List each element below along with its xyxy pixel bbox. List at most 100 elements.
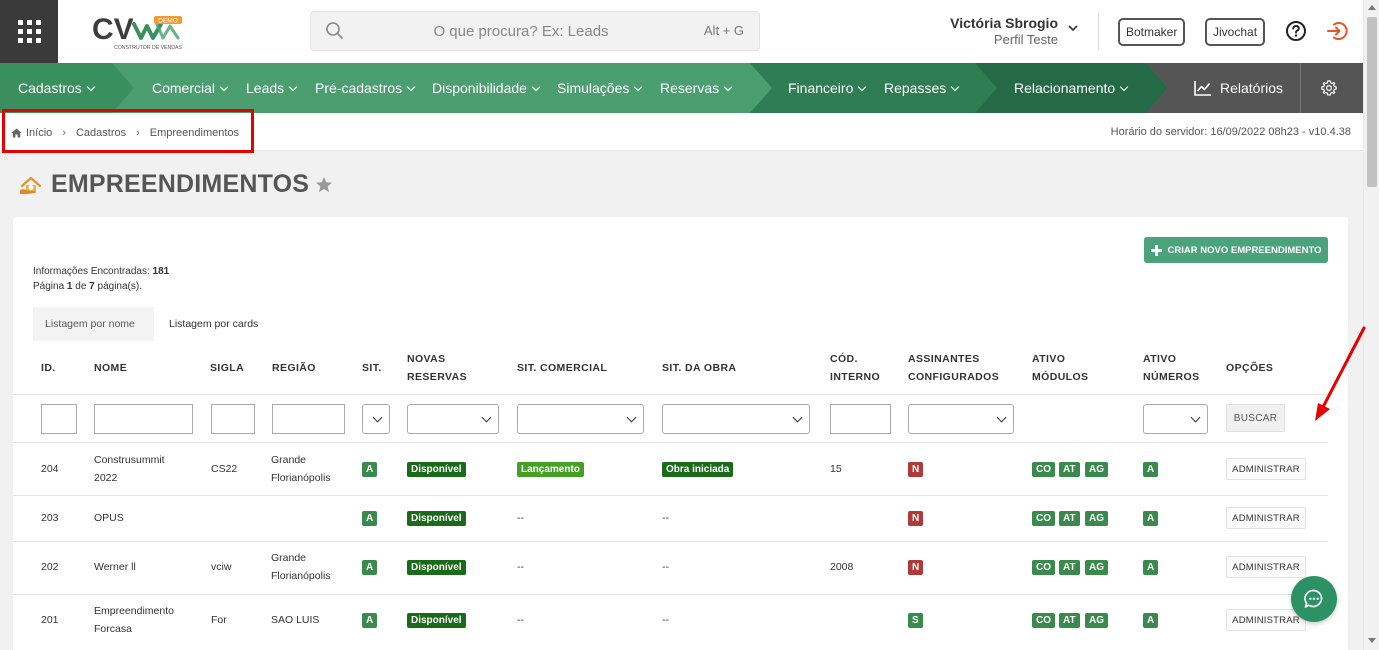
server-time: Horário do servidor: 16/09/2022 08h23 - …: [1110, 126, 1351, 138]
module-badge: AG: [1085, 613, 1108, 628]
header-divider: [1098, 12, 1099, 50]
filter-sit-comercial-select[interactable]: [517, 404, 644, 434]
cell-id: 201: [41, 614, 59, 626]
header-sit-comercial[interactable]: SIT. COMERCIAL: [517, 359, 607, 377]
filter-ativo-numeros-select[interactable]: [1143, 404, 1208, 434]
botmaker-button[interactable]: Botmaker: [1118, 18, 1186, 46]
svg-text:CONSTRUTOR DE VENDAS: CONSTRUTOR DE VENDAS: [114, 45, 182, 51]
administrar-button[interactable]: ADMINISTRAR: [1226, 609, 1306, 631]
search-button[interactable]: BUSCAR: [1226, 404, 1285, 432]
search-input[interactable]: [371, 12, 671, 50]
nav-leads[interactable]: Leads: [246, 63, 298, 113]
cv-logo[interactable]: CV DEMO CONSTRUTOR DE VENDAS: [92, 12, 188, 52]
nav-simulacoes[interactable]: Simulações: [557, 63, 643, 113]
chevron-down-icon: [1190, 412, 1201, 423]
nav-reservas[interactable]: Reservas: [660, 63, 733, 113]
chevron-down-icon: [219, 82, 229, 92]
status-badge: A: [1143, 511, 1159, 526]
header-sigla[interactable]: SIGLA: [210, 359, 244, 377]
chat-button[interactable]: [1291, 576, 1337, 622]
administrar-button[interactable]: ADMINISTRAR: [1226, 556, 1306, 578]
chevron-down-icon: [951, 82, 960, 92]
filter-assinantes-select[interactable]: [908, 404, 1014, 434]
nav-financeiro[interactable]: Financeiro: [788, 63, 867, 113]
nav-relacionamento[interactable]: Relacionamento: [1014, 63, 1129, 113]
filter-nome-input[interactable]: [94, 404, 193, 434]
nav-divider: [1300, 63, 1301, 113]
user-menu[interactable]: Victória Sbrogio Perfil Teste: [940, 15, 1080, 47]
cell-sigla: vciw: [211, 561, 232, 573]
filter-regiao-input[interactable]: [272, 404, 345, 434]
chevron-down-icon: [634, 82, 643, 92]
create-empreendimento-button[interactable]: CRIAR NOVO EMPREENDIMENTO: [1144, 237, 1328, 263]
star-icon[interactable]: [315, 176, 333, 194]
header-sit-obra[interactable]: SIT. DA OBRA: [662, 359, 736, 377]
tab-listagem-por-nome[interactable]: Listagem por nome: [33, 307, 154, 341]
chevron-down-icon: [626, 412, 637, 423]
chevron-down-icon: [1068, 25, 1078, 32]
administrar-button[interactable]: ADMINISTRAR: [1226, 458, 1306, 480]
cell-regiao: Grande Florianópolis: [271, 552, 331, 582]
header-ativo-numeros[interactable]: ATIVO NÚMEROS: [1143, 350, 1207, 386]
gear-icon[interactable]: [1320, 79, 1338, 97]
tab-listagem-por-cards[interactable]: Listagem por cards: [157, 307, 270, 341]
filter-sit-select[interactable]: [362, 404, 390, 434]
results-info: Informações Encontradas: 181 Página 1 de…: [33, 266, 170, 292]
nav-relatorios[interactable]: Relatórios: [1194, 63, 1283, 113]
header-id[interactable]: ID.: [41, 359, 56, 377]
header-nome[interactable]: NOME: [94, 359, 127, 377]
filter-id-input[interactable]: [41, 404, 77, 434]
nav-comercial[interactable]: Comercial: [152, 63, 229, 113]
scroll-down-icon[interactable]: [1368, 638, 1376, 643]
chevron-down-icon: [1119, 82, 1129, 92]
status-badge: A: [362, 560, 378, 575]
jivochat-button[interactable]: Jivochat: [1205, 18, 1266, 46]
status-badge: A: [1143, 560, 1159, 575]
module-badge: AT: [1059, 560, 1080, 575]
table-row[interactable]: 204 Construsummit 2022 CS22 Grande Flori…: [13, 443, 1328, 495]
header-sit[interactable]: SIT.: [362, 359, 382, 377]
module-badge: CO: [1032, 511, 1055, 526]
chevron-down-icon: [858, 82, 867, 92]
results-count: 181: [152, 266, 170, 277]
nav-pre-cadastros[interactable]: Pré-cadastros: [315, 63, 416, 113]
chat-icon: [1304, 589, 1323, 608]
cell-id: 203: [41, 512, 59, 524]
nav-disponibilidade[interactable]: Disponibilidade: [432, 63, 541, 113]
status-badge: A: [362, 511, 378, 526]
breadcrumb-highlight-box: [2, 109, 254, 153]
header-ativo-modulos[interactable]: ATIVO MÓDULOS: [1032, 350, 1096, 386]
global-search[interactable]: Alt + G: [310, 11, 760, 51]
module-badge: CO: [1032, 613, 1055, 628]
scroll-up-icon[interactable]: [1368, 5, 1376, 10]
top-header: CV DEMO CONSTRUTOR DE VENDAS Alt + G Vic…: [0, 0, 1363, 63]
table-row[interactable]: 201 Empreendimento Forcasa For SAO LUIS …: [13, 595, 1328, 647]
module-badge: AG: [1085, 462, 1108, 477]
apps-menu-button[interactable]: [0, 0, 58, 63]
filter-cod-interno-input[interactable]: [830, 404, 891, 434]
main-nav: Cadastros Comercial Leads Pré-cadastros …: [0, 63, 1363, 113]
administrar-button[interactable]: ADMINISTRAR: [1226, 507, 1306, 529]
cell-regiao: Grande Florianópolis: [271, 454, 331, 484]
cell-sit-comercial: --: [517, 614, 524, 626]
chevron-down-icon: [792, 412, 803, 423]
table-row[interactable]: 202 Werner ll vciw Grande Florianópolis …: [13, 542, 1328, 594]
header-regiao[interactable]: REGIÃO: [272, 359, 316, 377]
help-icon[interactable]: [1285, 20, 1307, 42]
nav-cadastros[interactable]: Cadastros: [18, 63, 96, 113]
header-cod-interno[interactable]: CÓD. INTERNO: [830, 350, 890, 386]
building-icon: [20, 176, 42, 194]
scroll-thumb[interactable]: [1367, 17, 1377, 187]
filter-sigla-input[interactable]: [211, 404, 255, 434]
table-row[interactable]: 203 OPUS A Disponível -- -- N CO AT AG A…: [13, 496, 1328, 541]
nav-repasses[interactable]: Repasses: [884, 63, 960, 113]
cell-cod-interno: 2008: [830, 561, 854, 573]
logout-icon[interactable]: [1326, 20, 1348, 42]
header-assinantes[interactable]: ASSINANTES CONFIGURADOS: [908, 350, 1018, 386]
status-badge: N: [908, 511, 924, 526]
status-badge: Obra iniciada: [662, 462, 734, 477]
filter-novas-reservas-select[interactable]: [407, 404, 499, 434]
header-novas-reservas[interactable]: NOVAS RESERVAS: [407, 350, 477, 386]
chevron-down-icon: [86, 82, 96, 92]
filter-sit-obra-select[interactable]: [662, 404, 810, 434]
